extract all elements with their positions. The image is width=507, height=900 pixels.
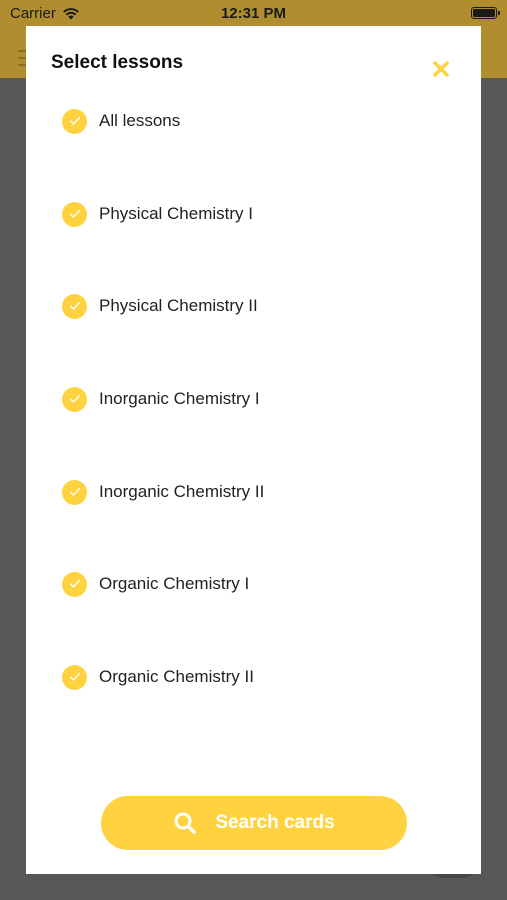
check-icon bbox=[69, 487, 80, 496]
status-time: 12:31 PM bbox=[220, 5, 287, 22]
checkbox-checked[interactable] bbox=[62, 201, 87, 227]
checkbox-checked[interactable] bbox=[62, 479, 87, 505]
check-icon bbox=[69, 394, 80, 403]
lesson-item-organic-chemistry-i[interactable]: Organic Chemistry I bbox=[62, 569, 249, 599]
checkbox-checked[interactable] bbox=[62, 571, 87, 597]
checkbox-checked[interactable] bbox=[62, 293, 87, 319]
search-cards-button[interactable]: Search cards bbox=[101, 796, 407, 850]
check-icon bbox=[69, 301, 80, 310]
check-icon bbox=[69, 116, 80, 125]
search-icon bbox=[174, 812, 197, 834]
checkbox-checked[interactable] bbox=[62, 108, 87, 134]
lesson-label: Inorganic Chemistry II bbox=[99, 482, 265, 501]
select-lessons-modal: Select lessons All lessons Physical Chem… bbox=[26, 26, 481, 874]
checkbox-checked[interactable] bbox=[62, 386, 87, 412]
lesson-label: Physical Chemistry I bbox=[99, 204, 253, 223]
battery-icon bbox=[471, 7, 500, 19]
lesson-item-physical-chemistry-ii[interactable]: Physical Chemistry II bbox=[62, 291, 258, 321]
close-icon bbox=[433, 61, 449, 77]
modal-title: Select lessons bbox=[51, 52, 184, 73]
lesson-item-inorganic-chemistry-ii[interactable]: Inorganic Chemistry II bbox=[62, 477, 264, 507]
check-icon bbox=[69, 209, 80, 218]
checkbox-checked[interactable] bbox=[62, 664, 87, 690]
lesson-label: Inorganic Chemistry I bbox=[99, 389, 260, 408]
lesson-label: Organic Chemistry II bbox=[99, 667, 254, 686]
close-button[interactable] bbox=[426, 58, 456, 80]
lesson-item-organic-chemistry-ii[interactable]: Organic Chemistry II bbox=[62, 662, 254, 692]
lesson-item-inorganic-chemistry-i[interactable]: Inorganic Chemistry I bbox=[62, 384, 260, 414]
lesson-label: Physical Chemistry II bbox=[99, 296, 258, 315]
lesson-label: Organic Chemistry I bbox=[99, 574, 250, 593]
status-bar: Carrier 12:31 PM bbox=[0, 0, 507, 28]
search-cards-label: Search cards bbox=[215, 812, 335, 833]
check-icon bbox=[69, 672, 80, 681]
lesson-item-physical-chemistry-i[interactable]: Physical Chemistry I bbox=[62, 199, 253, 229]
check-icon bbox=[69, 579, 80, 588]
lesson-label: All lessons bbox=[99, 111, 181, 130]
lesson-item-all-lessons[interactable]: All lessons bbox=[62, 106, 180, 136]
